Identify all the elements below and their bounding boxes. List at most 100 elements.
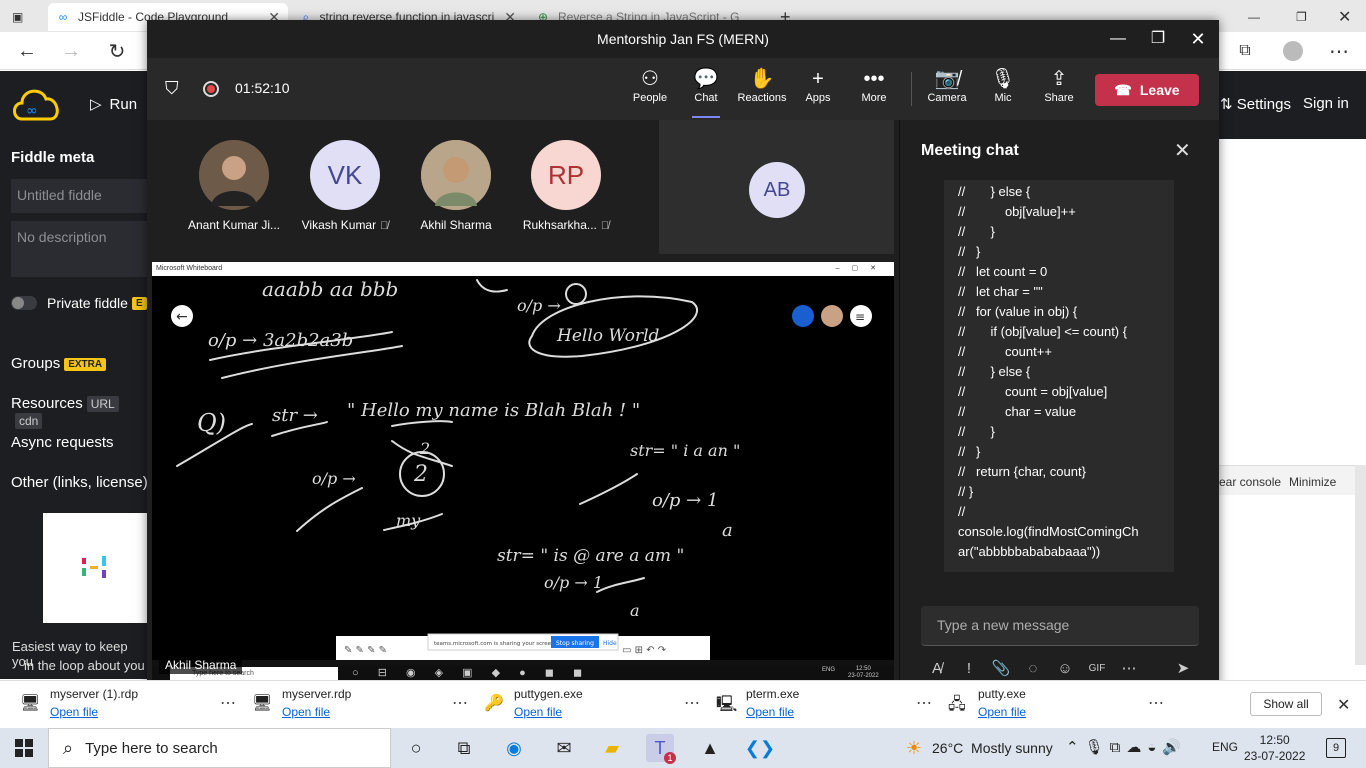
loop-icon[interactable]: ◌ (1017, 660, 1049, 677)
scrollbar[interactable] (1355, 465, 1366, 665)
language-indicator[interactable]: ENG (1212, 740, 1238, 754)
apps-button[interactable]: + Apps (790, 66, 846, 104)
async-requests-item[interactable]: Async requests (11, 434, 114, 451)
jsfiddle-right-panel: ear console Minimize (1219, 139, 1366, 679)
minimize-icon[interactable]: — (1097, 20, 1139, 58)
back-icon[interactable]: ← (14, 38, 40, 64)
download-item[interactable]: 🖳 pterm.exe Open file ⋯ (716, 687, 948, 723)
system-tray-icons[interactable]: ⌃🎙⧉☁◒🔊 (1066, 738, 1187, 756)
notification-icon[interactable]: 9 (1326, 738, 1346, 758)
reload-icon[interactable]: ↻ (104, 38, 130, 64)
format-icon[interactable]: A̸ (921, 660, 953, 677)
fiddle-description-input[interactable]: No description (11, 221, 150, 277)
more-icon[interactable]: ⋯ (452, 693, 468, 713)
gif-icon[interactable]: GIF (1081, 663, 1113, 674)
share-button[interactable]: ⇪ Share (1031, 66, 1087, 104)
show-all-button[interactable]: Show all (1250, 692, 1322, 716)
browser-menu-icon[interactable]: ▣ (4, 3, 30, 31)
edge-icon[interactable]: ◉ (500, 734, 528, 762)
jsfiddle-logo[interactable]: ∞ (10, 85, 62, 121)
open-file-link[interactable]: Open file (282, 705, 330, 719)
profile-icon[interactable] (1280, 38, 1306, 64)
groups-item[interactable]: Groups EXTRA (11, 355, 107, 372)
signin-link[interactable]: Sign in (1303, 95, 1349, 112)
open-file-link[interactable]: Open file (746, 705, 794, 719)
emoji-icon[interactable]: ☺ (1049, 660, 1081, 677)
vscode-icon[interactable]: ❮❯ (745, 734, 775, 762)
close-icon[interactable]: ✕ (1174, 138, 1191, 163)
clock[interactable]: 12:50 23-07-2022 (1244, 732, 1305, 764)
download-item[interactable]: 🖥 myserver (1).rdp Open file ⋯ (20, 687, 252, 723)
weather-text[interactable]: 26°C Mostly sunny (932, 740, 1053, 756)
leave-button[interactable]: ☎ Leave (1095, 74, 1199, 106)
task-view-icon[interactable]: ⧉ (450, 734, 478, 762)
more-icon[interactable]: ⋯ (916, 693, 932, 713)
wb-text: a (722, 520, 733, 541)
resources-item[interactable]: Resources URL cdn (11, 395, 150, 430)
cortana-icon[interactable]: ○ (402, 734, 430, 762)
download-item[interactable]: 🔑 puttygen.exe Open file ⋯ (484, 687, 716, 723)
teams-icon[interactable]: T1 (646, 734, 676, 764)
toolbar-divider (911, 72, 912, 106)
settings-button[interactable]: ⇅ Settings (1220, 95, 1291, 113)
shield-icon[interactable]: ⛉ (165, 78, 179, 99)
send-icon[interactable]: ➤ (1167, 659, 1199, 677)
restore-icon[interactable]: ❐ (1288, 3, 1318, 31)
more-icon[interactable]: ⋯ (220, 693, 236, 713)
mail-icon[interactable]: ✉ (550, 734, 578, 762)
mic-label: Mic (994, 92, 1012, 104)
wb-text: o/p → (312, 469, 356, 488)
minimize-console-button[interactable]: Minimize (1289, 475, 1336, 489)
more-icon[interactable]: ⋯ (684, 693, 700, 713)
windows-start-icon[interactable] (10, 734, 38, 762)
forward-icon[interactable]: → (58, 38, 84, 64)
photos-icon[interactable]: ▲ (696, 734, 724, 762)
participant-tile-large[interactable]: AB (659, 120, 894, 254)
menu-icon[interactable]: ⋯ (1326, 38, 1352, 64)
download-item[interactable]: 🖧 putty.exe Open file ⋯ (948, 687, 1180, 723)
attach-icon[interactable]: 📎 (985, 659, 1017, 677)
pen-tool-icon[interactable]: ✎ ✎ ✎ ✎ (344, 645, 387, 656)
minimize-icon[interactable]: — (1240, 3, 1270, 31)
reactions-button[interactable]: ✋ Reactions (734, 66, 790, 104)
chat-message-input[interactable]: Type a new message (921, 606, 1199, 646)
collections-icon[interactable]: ⧉ (1232, 38, 1258, 64)
more-icon[interactable]: ⋯ (1148, 693, 1164, 713)
taskbar-search-box[interactable]: ⌕ Type here to search (48, 728, 391, 768)
whiteboard-canvas: ← ≡ aaabb aa bbb o/p → 3a2b2a3b o/p → He… (152, 277, 894, 668)
open-file-link[interactable]: Open file (50, 705, 98, 719)
more-button[interactable]: ••• More (846, 66, 902, 104)
wb-text: str → (272, 405, 318, 426)
toolbar-icons[interactable]: ▭ ⊞ ↶ ↷ (622, 645, 667, 656)
url-badge[interactable]: URL (86, 396, 119, 413)
open-file-link[interactable]: Open file (514, 705, 562, 719)
clear-console-button[interactable]: ear console (1219, 475, 1281, 489)
mic-button[interactable]: 🎙 Mic (975, 66, 1031, 104)
maximize-icon[interactable]: ❐ (1137, 20, 1179, 58)
fiddle-title-input[interactable]: Untitled fiddle (11, 179, 150, 213)
close-window-icon[interactable]: ✕ (1330, 3, 1360, 31)
participant-tile[interactable]: VK Vikash Kumar 🎙̸ (290, 140, 400, 232)
participant-tile[interactable]: Akhil Sharma (401, 140, 511, 232)
sponsor-logo[interactable] (43, 513, 147, 623)
cdn-badge[interactable]: cdn (15, 413, 43, 430)
open-file-link[interactable]: Open file (978, 705, 1026, 719)
participant-tile[interactable]: Anant Kumar Ji... (179, 140, 289, 232)
hide-link[interactable]: Hide (603, 640, 617, 647)
toggle-switch[interactable] (11, 296, 37, 310)
participant-tile[interactable]: RP Rukhsarkha... 🎙̸ (511, 140, 621, 232)
svg-text:≡: ≡ (855, 310, 865, 324)
people-button[interactable]: ⚇ People (622, 66, 678, 104)
close-icon[interactable]: ✕ (1337, 695, 1350, 715)
priority-icon[interactable]: ! (953, 660, 985, 677)
run-button[interactable]: ▷ Run (90, 95, 137, 114)
chat-button[interactable]: 💬 Chat (678, 66, 734, 118)
close-icon[interactable]: ✕ (1177, 20, 1219, 58)
private-fiddle-toggle[interactable]: Private fiddle E (11, 295, 147, 311)
other-links-item[interactable]: Other (links, license) (11, 474, 148, 491)
svg-text:∞: ∞ (26, 103, 38, 119)
more-icon[interactable]: ⋯ (1113, 659, 1145, 677)
file-explorer-icon[interactable]: ▰ (598, 734, 626, 762)
download-item[interactable]: 🖥 myserver.rdp Open file ⋯ (252, 687, 484, 723)
camera-button[interactable]: 📷̸ Camera (919, 66, 975, 104)
